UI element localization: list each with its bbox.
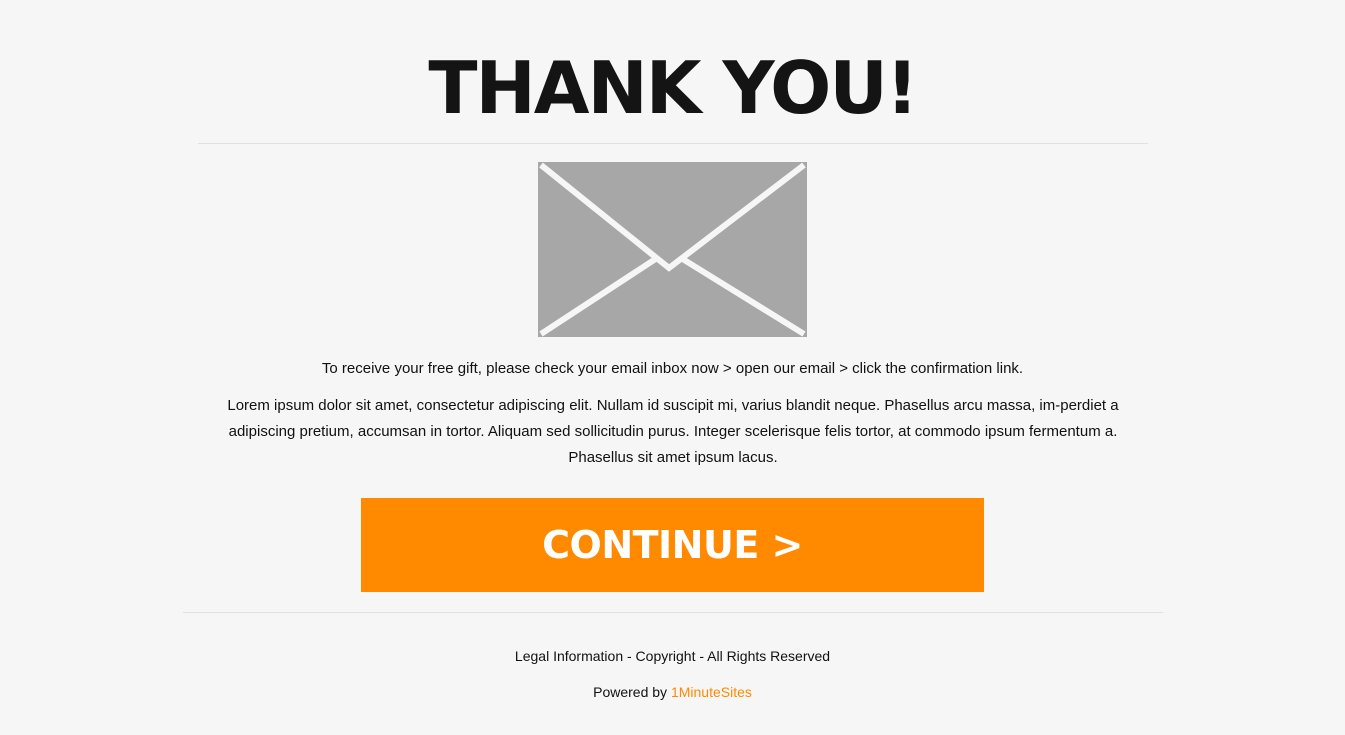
powered-by-link[interactable]: 1MinuteSites	[671, 684, 752, 700]
top-divider	[198, 143, 1148, 144]
body-paragraph: Lorem ipsum dolor sit amet, consectetur …	[227, 397, 1119, 466]
footer-divider	[183, 612, 1163, 613]
powered-by: Powered by 1MinuteSites	[0, 683, 1345, 701]
continue-button[interactable]: CONTINUE >	[361, 498, 984, 592]
instruction-text: To receive your free gift, please check …	[321, 360, 1024, 377]
powered-by-prefix: Powered by	[593, 684, 668, 700]
page-title: THANK YOU!	[428, 46, 918, 130]
envelope-icon	[538, 162, 807, 337]
legal-text: Legal Information - Copyright - All Righ…	[514, 648, 831, 664]
